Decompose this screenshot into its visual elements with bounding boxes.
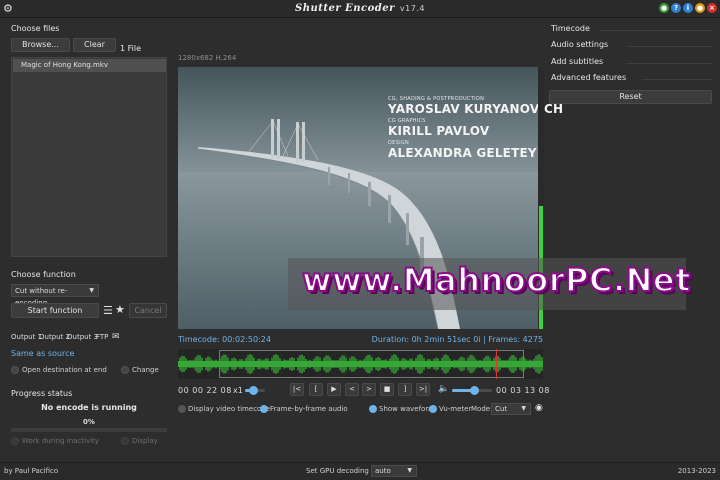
- app-version: v17.4: [399, 4, 425, 13]
- file-count: 1 File: [120, 44, 142, 53]
- cancel-button[interactable]: Cancel: [129, 303, 167, 318]
- gpu-decoding-value: auto: [375, 467, 391, 475]
- maximize-icon[interactable]: ●: [695, 3, 705, 13]
- eye-icon[interactable]: ◉: [535, 403, 543, 413]
- info-icon[interactable]: i: [683, 3, 693, 13]
- progress-status-label: Progress status: [11, 389, 73, 398]
- play-button[interactable]: ▶: [327, 383, 341, 396]
- author-label: by Paul Pacifico: [4, 467, 59, 475]
- mode-select[interactable]: Cut ▼: [491, 403, 531, 415]
- video-credits: CG, SHADING & POSTPRODUCTION YAROSLAV KU…: [388, 96, 563, 160]
- credit-name: YAROSLAV KURYANOVICH: [388, 102, 564, 116]
- file-list-item[interactable]: Magic of Hong Kong.mkv: [13, 59, 166, 72]
- display-checkbox[interactable]: [121, 437, 129, 445]
- mark-in-button[interactable]: [: [309, 383, 323, 396]
- encode-status: No encode is running: [41, 403, 137, 412]
- minimize-icon[interactable]: ●: [659, 3, 669, 13]
- watermark-text: www.MahnoorPC.Net: [301, 260, 691, 300]
- ftp-tab[interactable]: FTP: [96, 333, 108, 341]
- vu-meter-label: Vu-meter: [439, 405, 472, 413]
- waveform-timeline[interactable]: [178, 349, 543, 379]
- frame-by-frame-audio-label: Frame-by-frame audio: [270, 405, 348, 413]
- display-label: Display: [132, 437, 158, 445]
- frame-by-frame-audio-checkbox[interactable]: [260, 405, 268, 413]
- audio-settings-section[interactable]: Audio settings: [551, 40, 608, 49]
- status-bar: by Paul Pacifico Set GPU decoding to: au…: [0, 462, 720, 480]
- mode-select-value: Cut: [495, 405, 508, 413]
- output-1-tab[interactable]: Output 1: [11, 333, 42, 341]
- current-timecode: Timecode: 00:02:50:24: [178, 335, 271, 344]
- out-timecode[interactable]: 00 03 13 08: [496, 386, 550, 395]
- choose-files-label: Choose files: [11, 24, 60, 33]
- gpu-decoding-select[interactable]: auto ▼: [371, 465, 417, 477]
- show-waveform-label: Show waveform: [379, 405, 435, 413]
- open-destination-checkbox[interactable]: [11, 366, 19, 374]
- divider: [642, 79, 712, 80]
- mark-out-button[interactable]: ]: [398, 383, 412, 396]
- progress-percent: 0%: [83, 418, 95, 426]
- vu-meter-checkbox[interactable]: [429, 405, 437, 413]
- function-select[interactable]: Cut without re-encoding▼: [11, 284, 99, 307]
- timecode-section[interactable]: Timecode: [551, 24, 590, 33]
- duration-info: Duration: 0h 2min 51sec 0i | Frames: 427…: [371, 335, 543, 344]
- open-destination-label: Open destination at end: [22, 366, 107, 374]
- show-waveform-checkbox[interactable]: [369, 405, 377, 413]
- go-end-button[interactable]: >|: [416, 383, 430, 396]
- display-video-timecode-checkbox[interactable]: [178, 405, 186, 413]
- speed-label: x1: [233, 386, 243, 395]
- destination-path: Same as source: [11, 349, 75, 358]
- playhead[interactable]: [495, 349, 497, 379]
- help-icon[interactable]: ?: [671, 3, 681, 13]
- next-frame-button[interactable]: >: [362, 383, 376, 396]
- clear-button[interactable]: Clear: [73, 38, 116, 52]
- go-start-button[interactable]: |<: [290, 383, 304, 396]
- close-icon[interactable]: ×: [707, 3, 717, 13]
- in-timecode[interactable]: 00 00 22 08: [178, 386, 232, 395]
- choose-function-label: Choose function: [11, 270, 76, 279]
- title-bar: ⚙ Shutter Encoder v17.4 ● ? i ● ×: [0, 0, 720, 18]
- speed-slider[interactable]: [245, 386, 265, 395]
- app-window: ⚙ Shutter Encoder v17.4 ● ? i ● × Choose …: [0, 0, 720, 480]
- credit-name: ALEXANDRA GELETEY: [388, 146, 537, 160]
- chevron-down-icon: ▼: [89, 287, 94, 294]
- mail-icon[interactable]: ✉: [112, 332, 120, 342]
- start-function-button[interactable]: Start function: [11, 303, 99, 318]
- advanced-features-section[interactable]: Advanced features: [551, 73, 626, 82]
- list-icon[interactable]: ☰: [103, 304, 113, 317]
- star-icon[interactable]: ★: [115, 303, 125, 316]
- divider: [600, 30, 712, 31]
- change-label[interactable]: Change: [132, 366, 159, 374]
- speaker-icon[interactable]: 🔈: [438, 384, 449, 394]
- display-video-timecode-label: Display video timecode: [188, 405, 271, 413]
- work-inactivity-label: Work during inactivity: [22, 437, 99, 445]
- output-2-tab[interactable]: Output 2: [39, 333, 70, 341]
- volume-slider-knob[interactable]: [470, 386, 479, 395]
- output-3-tab[interactable]: Output 3: [67, 333, 98, 341]
- watermark: www.MahnoorPC.Net: [288, 258, 691, 310]
- mode-label: Mode:: [471, 405, 493, 413]
- progress-bar: [11, 428, 167, 432]
- copyright-years: 2013-2023: [677, 467, 716, 475]
- resolution-label: 1280x682 H.264: [178, 54, 237, 62]
- volume-slider[interactable]: [452, 386, 492, 395]
- file-list[interactable]: Magic of Hong Kong.mkv: [11, 57, 167, 257]
- app-name: Shutter Encoder: [295, 3, 395, 14]
- prev-frame-button[interactable]: <: [345, 383, 359, 396]
- chevron-down-icon: ▼: [521, 405, 526, 412]
- speed-slider-knob[interactable]: [249, 386, 258, 395]
- change-checkbox[interactable]: [121, 366, 129, 374]
- reset-button[interactable]: Reset: [549, 90, 712, 104]
- app-title: Shutter Encoder v17.4: [0, 3, 720, 14]
- browse-button[interactable]: Browse...: [11, 38, 70, 52]
- stop-button[interactable]: ■: [380, 383, 394, 396]
- gpu-decoding-label: Set GPU decoding to:: [306, 467, 381, 475]
- add-subtitles-section[interactable]: Add subtitles: [551, 57, 603, 66]
- window-buttons: ● ? i ● ×: [659, 3, 717, 13]
- chevron-down-icon: ▼: [407, 467, 412, 474]
- divider: [626, 63, 712, 64]
- credit-name: KIRILL PAVLOV: [388, 124, 490, 138]
- divider: [628, 46, 712, 47]
- cut-selection[interactable]: [219, 350, 524, 378]
- work-inactivity-checkbox[interactable]: [11, 437, 19, 445]
